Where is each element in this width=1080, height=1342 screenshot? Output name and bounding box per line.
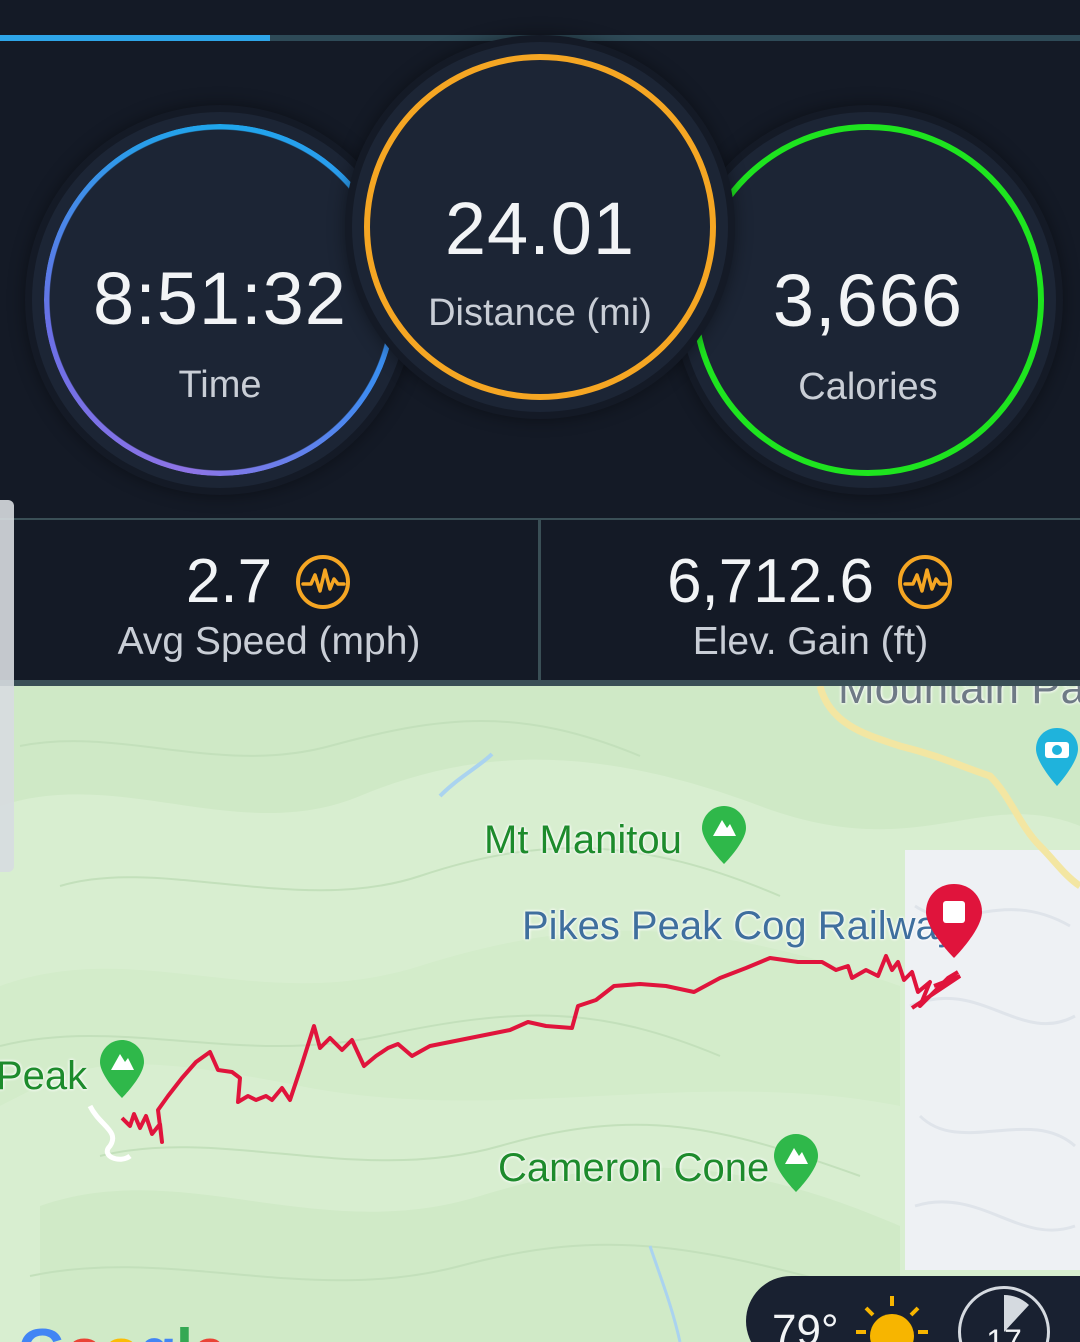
distance-label: Distance (mi) bbox=[428, 292, 652, 334]
avg-speed-metric[interactable]: 2.7 Avg Speed (mph) bbox=[0, 520, 538, 680]
map-label-mountain-park[interactable]: Mountain Par bbox=[838, 686, 1080, 714]
elev-gain-value: 6,712.6 bbox=[667, 547, 874, 616]
route-map[interactable]: Mountain Par Mt Manitou Pikes Peak Cog R… bbox=[0, 686, 1080, 1342]
train-station-pin-icon[interactable] bbox=[924, 882, 984, 960]
map-label-mt-manitou[interactable]: Mt Manitou bbox=[484, 818, 682, 863]
activity-summary-screen: 8:51:32 Time 3,666 Calories 24.01 Distan… bbox=[0, 0, 1080, 1342]
progress-fill bbox=[0, 35, 270, 41]
camera-pin-icon[interactable] bbox=[1034, 726, 1080, 788]
pulse-icon bbox=[897, 554, 952, 609]
map-label-peak[interactable]: Peak bbox=[0, 1054, 87, 1099]
elev-gain-label: Elev. Gain (ft) bbox=[692, 620, 929, 663]
calories-label: Calories bbox=[798, 366, 938, 408]
google-logo: Google bbox=[18, 1316, 227, 1342]
avg-speed-value: 2.7 bbox=[185, 547, 273, 616]
distance-stat-circle[interactable]: 24.01 Distance (mi) bbox=[352, 42, 728, 412]
clock-badge: 17 bbox=[958, 1286, 1050, 1342]
calories-stat-circle[interactable]: 3,666 Calories bbox=[680, 112, 1056, 488]
time-label: Time bbox=[178, 364, 262, 406]
side-drawer-handle[interactable] bbox=[0, 500, 14, 872]
distance-value: 24.01 bbox=[444, 187, 636, 270]
map-label-cog-railway[interactable]: Pikes Peak Cog Railway bbox=[522, 904, 958, 949]
progress-bar bbox=[0, 35, 1080, 41]
mountain-pin-icon[interactable] bbox=[700, 804, 748, 866]
sun-icon bbox=[856, 1296, 928, 1342]
map-label-cameron-cone[interactable]: Cameron Cone bbox=[498, 1146, 769, 1191]
avg-speed-label: Avg Speed (mph) bbox=[117, 620, 421, 663]
route-track bbox=[120, 954, 962, 1144]
calories-value: 3,666 bbox=[772, 259, 964, 342]
pulse-icon bbox=[296, 554, 351, 609]
mountain-pin-icon[interactable] bbox=[98, 1038, 146, 1100]
clock-badge-value: 17 bbox=[986, 1323, 1022, 1342]
weather-temperature: 79° bbox=[772, 1306, 839, 1342]
elev-gain-metric[interactable]: 6,712.6 Elev. Gain (ft) bbox=[541, 520, 1080, 680]
mountain-pin-icon[interactable] bbox=[772, 1132, 820, 1194]
weather-widget[interactable]: 79° 17 bbox=[746, 1276, 1080, 1342]
metrics-row: 2.7 Avg Speed (mph) 6,712.6 Elev. Gain (… bbox=[0, 518, 1080, 686]
